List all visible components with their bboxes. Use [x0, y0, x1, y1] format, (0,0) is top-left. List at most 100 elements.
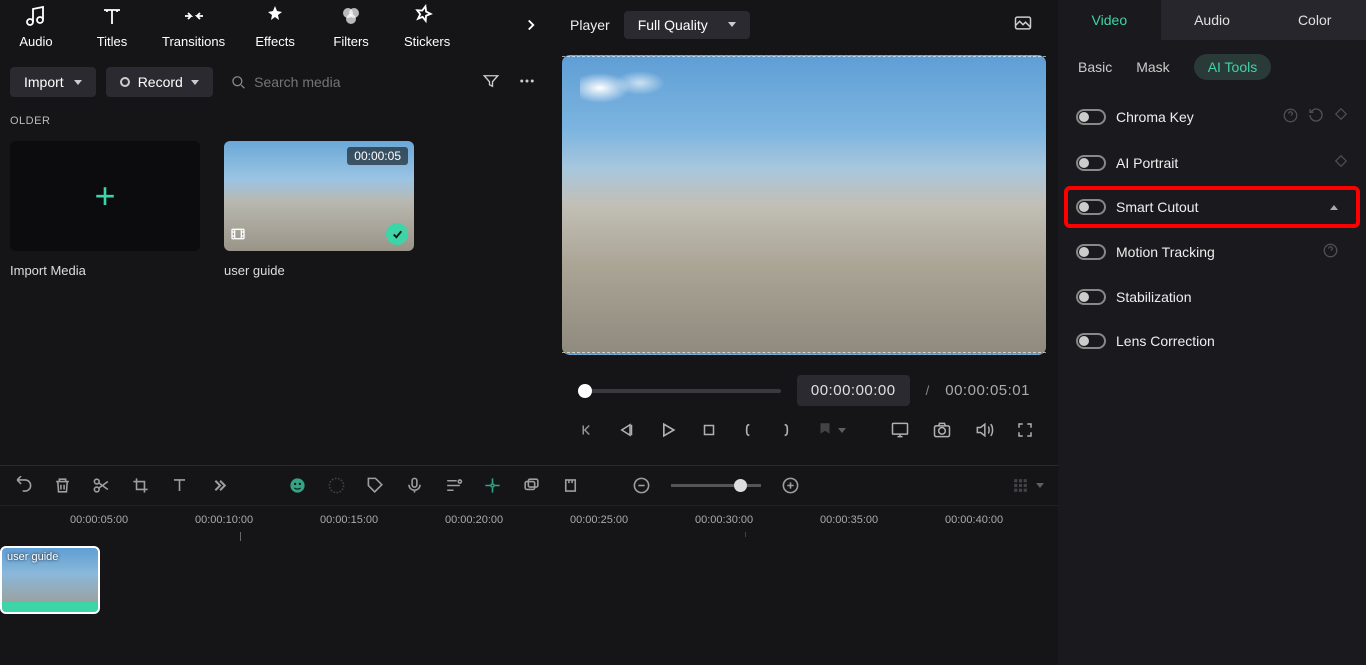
- toggle-switch[interactable]: [1076, 199, 1106, 215]
- help-icon[interactable]: [1323, 243, 1338, 261]
- toggle-switch[interactable]: [1076, 244, 1106, 260]
- ai-item-smart-cutout[interactable]: Smart Cutout: [1066, 188, 1358, 226]
- reset-icon[interactable]: [1308, 107, 1324, 126]
- quality-label: Full Quality: [638, 17, 708, 33]
- toolbar-transitions[interactable]: Transitions: [162, 4, 225, 49]
- crop-button[interactable]: [131, 476, 150, 495]
- toolbar-more-icon[interactable]: [522, 16, 540, 37]
- view-options-button[interactable]: [1011, 476, 1044, 495]
- play-button[interactable]: [658, 420, 678, 440]
- volume-button[interactable]: [974, 420, 994, 440]
- audio-track-button[interactable]: [444, 476, 463, 495]
- toolbar-effects[interactable]: Effects: [249, 4, 301, 49]
- time-separator: /: [926, 383, 930, 398]
- undo-button[interactable]: [14, 476, 33, 495]
- clip-label: user guide: [7, 551, 58, 563]
- tab-audio[interactable]: Audio: [1161, 0, 1264, 40]
- keyframe-icon[interactable]: [1334, 107, 1348, 126]
- subtab-mask[interactable]: Mask: [1136, 59, 1169, 75]
- toolbar-transitions-label: Transitions: [162, 34, 225, 49]
- display-settings-button[interactable]: [890, 420, 910, 440]
- ruler-mark: 00:00:40:00: [945, 514, 1003, 526]
- more-tools-button[interactable]: [209, 476, 228, 495]
- right-top-tabs: Video Audio Color: [1058, 0, 1366, 40]
- subtab-ai-tools[interactable]: AI Tools: [1194, 54, 1272, 80]
- stop-button[interactable]: [700, 421, 718, 439]
- toolbar-stickers[interactable]: Stickers: [401, 4, 453, 49]
- search-input[interactable]: [254, 74, 460, 90]
- prev-frame-button[interactable]: [578, 421, 596, 439]
- ruler-mark: 00:00:05:00: [70, 514, 128, 526]
- duration-badge: 00:00:05: [347, 147, 408, 165]
- toggle-switch[interactable]: [1076, 333, 1106, 349]
- filter-icon[interactable]: [478, 68, 504, 97]
- right-panel: Video Audio Color Basic Mask AI Tools Ch…: [1058, 0, 1366, 665]
- ai-button[interactable]: [288, 476, 307, 495]
- progress-slider[interactable]: [578, 389, 781, 393]
- toolbar-filters[interactable]: Filters: [325, 4, 377, 49]
- ai-item-label: Stabilization: [1116, 289, 1338, 305]
- toggle-switch[interactable]: [1076, 109, 1106, 125]
- link-button[interactable]: [522, 476, 541, 495]
- right-sub-tabs: Basic Mask AI Tools: [1058, 40, 1366, 92]
- zoom-out-button[interactable]: [632, 476, 651, 495]
- import-media-tile[interactable]: + Import Media: [10, 141, 200, 278]
- more-options-icon[interactable]: [514, 68, 540, 97]
- toolbar-filters-label: Filters: [333, 34, 368, 49]
- tab-color[interactable]: Color: [1263, 0, 1366, 40]
- ai-item-label: Motion Tracking: [1116, 244, 1313, 260]
- player-viewport[interactable]: [562, 55, 1046, 355]
- timeline-ruler[interactable]: 00:00:05:0000:00:10:0000:00:15:0000:00:2…: [0, 506, 1058, 542]
- current-time: 00:00:00:00: [797, 375, 910, 406]
- ai-item-ai-portrait[interactable]: AI Portrait: [1066, 143, 1358, 182]
- sub-toolbar: Import Record: [0, 61, 550, 111]
- top-toolbar: Audio Titles Transitions Effects Filters…: [0, 0, 550, 61]
- import-dropdown[interactable]: Import: [10, 67, 96, 97]
- snapshot-icon[interactable]: [1008, 8, 1038, 41]
- media-clip[interactable]: 00:00:05 user guide: [224, 141, 414, 278]
- mark-out-button[interactable]: [778, 421, 794, 439]
- split-button[interactable]: [92, 476, 111, 495]
- film-icon: [230, 226, 246, 245]
- camera-button[interactable]: [932, 420, 952, 440]
- toggle-switch[interactable]: [1076, 289, 1106, 305]
- speed-button[interactable]: [327, 476, 346, 495]
- chevron-down-icon: [728, 22, 736, 27]
- mark-in-button[interactable]: [740, 421, 756, 439]
- help-icon[interactable]: [1283, 108, 1298, 126]
- ai-item-label: Chroma Key: [1116, 109, 1273, 125]
- subtab-basic[interactable]: Basic: [1078, 59, 1112, 75]
- keyframe-icon[interactable]: [1334, 154, 1348, 171]
- marker-button[interactable]: [561, 476, 580, 495]
- tag-button[interactable]: [366, 476, 385, 495]
- check-badge-icon: [386, 223, 408, 245]
- quality-dropdown[interactable]: Full Quality: [624, 11, 750, 39]
- ruler-mark: 00:00:15:00: [320, 514, 378, 526]
- text-button[interactable]: [170, 476, 189, 495]
- tab-video[interactable]: Video: [1058, 0, 1161, 40]
- ai-item-label: Lens Correction: [1116, 333, 1338, 349]
- timeline-tracks[interactable]: user guide: [0, 542, 1058, 618]
- delete-button[interactable]: [53, 476, 72, 495]
- ai-item-label: Smart Cutout: [1116, 199, 1320, 215]
- fullscreen-button[interactable]: [1016, 421, 1034, 439]
- ai-item-motion-tracking[interactable]: Motion Tracking: [1066, 232, 1358, 272]
- toolbar-titles[interactable]: Titles: [86, 4, 138, 49]
- media-grid: + Import Media 00:00:05 user guide: [0, 131, 550, 288]
- ai-item-lens-correction[interactable]: Lens Correction: [1066, 322, 1358, 360]
- zoom-slider[interactable]: [671, 484, 761, 487]
- marker-dropdown[interactable]: [816, 421, 846, 439]
- ai-item-chroma-key[interactable]: Chroma Key: [1066, 96, 1358, 137]
- ai-item-stabilization[interactable]: Stabilization: [1066, 278, 1358, 316]
- render-button[interactable]: [483, 476, 502, 495]
- mic-button[interactable]: [405, 476, 424, 495]
- plus-icon: +: [94, 175, 115, 217]
- caret-up-icon: [1330, 205, 1338, 210]
- zoom-in-button[interactable]: [781, 476, 800, 495]
- timeline-clip[interactable]: user guide: [0, 546, 100, 614]
- play-backward-button[interactable]: [618, 421, 636, 439]
- ruler-mark: 00:00:20:00: [445, 514, 503, 526]
- toggle-switch[interactable]: [1076, 155, 1106, 171]
- toolbar-audio[interactable]: Audio: [10, 4, 62, 49]
- record-dropdown[interactable]: Record: [106, 67, 213, 97]
